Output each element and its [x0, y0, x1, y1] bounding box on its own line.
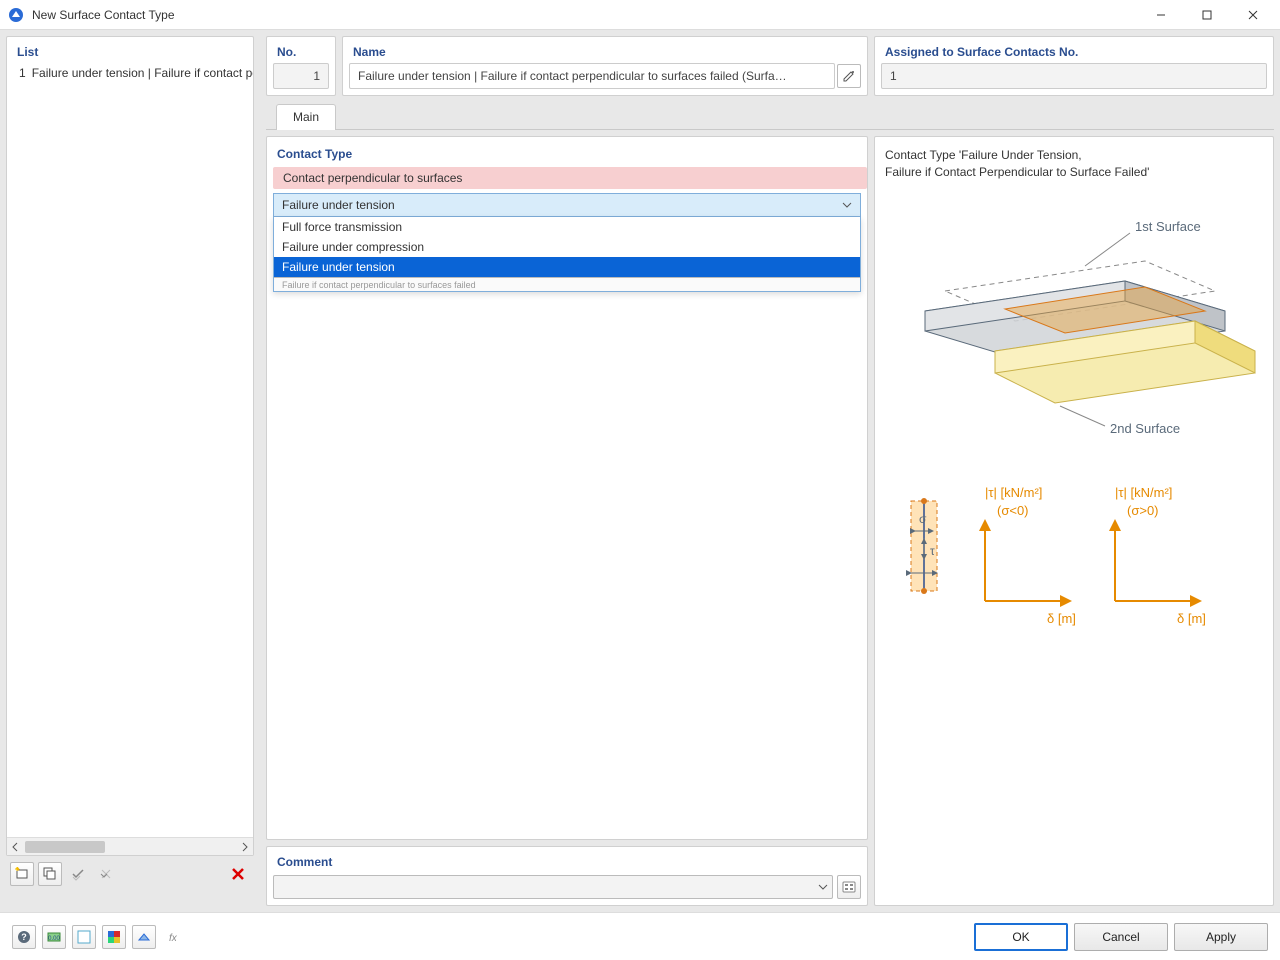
scroll-right-icon[interactable]	[239, 842, 249, 852]
list-panel: List 1 Failure under tension | Failure i…	[6, 36, 254, 856]
svg-text:?: ?	[21, 932, 27, 942]
contact-type-title: Contact Type	[267, 137, 867, 167]
minimize-button[interactable]	[1138, 0, 1184, 30]
check-button[interactable]	[66, 862, 90, 886]
chevron-down-icon	[818, 882, 828, 892]
svg-text:|τ| [kN/m²]: |τ| [kN/m²]	[1115, 485, 1172, 500]
copy-item-button[interactable]	[38, 862, 62, 886]
color-button[interactable]	[72, 925, 96, 949]
list-header: List	[7, 37, 253, 63]
list-tools	[6, 856, 254, 886]
list-body: 1 Failure under tension | Failure if con…	[7, 63, 253, 837]
units-button[interactable]: 0.00	[42, 925, 66, 949]
svg-text:2nd Surface: 2nd Surface	[1110, 421, 1180, 436]
svg-text:σ: σ	[919, 512, 927, 526]
perpendicular-label: Contact perpendicular to surfaces	[273, 167, 867, 189]
app-icon	[8, 7, 24, 23]
contact-perpendicular-value: Failure under tension	[282, 198, 395, 212]
assigned-label: Assigned to Surface Contacts No.	[875, 37, 1273, 63]
edit-name-button[interactable]	[837, 64, 861, 88]
comment-label: Comment	[267, 847, 867, 875]
svg-text:1st Surface: 1st Surface	[1135, 219, 1201, 234]
contact-perpendicular-dropdown: Full force transmission Failure under co…	[273, 217, 861, 292]
render-button[interactable]	[102, 925, 126, 949]
comment-panel: Comment	[266, 846, 868, 906]
option-failure-compression[interactable]: Failure under compression	[274, 237, 860, 257]
option-full-force[interactable]: Full force transmission	[274, 217, 860, 237]
scroll-thumb[interactable]	[25, 841, 105, 853]
preview-text: Contact Type 'Failure Under Tension, Fai…	[885, 147, 1263, 181]
no-field[interactable]: 1	[273, 63, 329, 89]
svg-text:0.00: 0.00	[48, 936, 60, 942]
titlebar: New Surface Contact Type	[0, 0, 1280, 30]
tab-main[interactable]: Main	[276, 104, 336, 130]
comment-lib-button[interactable]	[837, 875, 861, 899]
svg-text:δ [m]: δ [m]	[1047, 611, 1076, 626]
close-button[interactable]	[1230, 0, 1276, 30]
name-label: Name	[343, 37, 867, 63]
new-item-button[interactable]	[10, 862, 34, 886]
preview-panel: Contact Type 'Failure Under Tension, Fai…	[874, 136, 1274, 906]
apply-button[interactable]: Apply	[1174, 923, 1268, 951]
right-pane: No. 1 Name Failure under tension | Failu…	[260, 30, 1280, 912]
contact-perpendicular-select[interactable]: Failure under tension	[273, 193, 861, 217]
contact-type-panel: Contact Type Contact perpendicular to su…	[266, 136, 868, 840]
svg-text:δ [m]: δ [m]	[1177, 611, 1206, 626]
scroll-left-icon[interactable]	[11, 842, 21, 852]
list-item-number: 1	[19, 66, 26, 80]
tab-strip: Main	[266, 102, 1274, 130]
assigned-field[interactable]: 1	[881, 63, 1267, 89]
assigned-panel: Assigned to Surface Contacts No. 1	[874, 36, 1274, 96]
svg-text:(σ>0): (σ>0)	[1127, 503, 1159, 518]
window-title: New Surface Contact Type	[32, 8, 1138, 22]
preview-diagram: 1st Surface	[885, 201, 1265, 781]
left-pane: List 1 Failure under tension | Failure i…	[0, 30, 260, 912]
svg-text:(σ<0): (σ<0)	[997, 503, 1029, 518]
option-failure-tension[interactable]: Failure under tension	[274, 257, 860, 277]
no-label: No.	[267, 37, 335, 63]
svg-text:|τ| [kN/m²]: |τ| [kN/m²]	[985, 485, 1042, 500]
view-button[interactable]	[132, 925, 156, 949]
ok-button[interactable]: OK	[974, 923, 1068, 951]
cancel-button[interactable]: Cancel	[1074, 923, 1168, 951]
delete-item-button[interactable]	[226, 862, 250, 886]
list-h-scroll[interactable]	[7, 837, 253, 855]
maximize-button[interactable]	[1184, 0, 1230, 30]
no-panel: No. 1	[266, 36, 336, 96]
list-item[interactable]: 1 Failure under tension | Failure if con…	[7, 63, 253, 83]
name-field[interactable]: Failure under tension | Failure if conta…	[349, 63, 835, 89]
svg-text:τ: τ	[930, 544, 935, 558]
fx-button[interactable]: fx	[162, 925, 186, 949]
name-panel: Name Failure under tension | Failure if …	[342, 36, 868, 96]
chevron-down-icon	[842, 200, 852, 210]
help-button[interactable]: ?	[12, 925, 36, 949]
comment-combo[interactable]	[273, 875, 833, 899]
uncheck-button[interactable]	[94, 862, 118, 886]
bottom-bar: ? 0.00 fx OK Cancel Apply	[0, 912, 1280, 960]
dropdown-footer-hint: Failure if contact perpendicular to surf…	[274, 277, 860, 291]
list-item-label: Failure under tension | Failure if conta…	[32, 66, 253, 80]
svg-text:fx: fx	[169, 933, 178, 944]
